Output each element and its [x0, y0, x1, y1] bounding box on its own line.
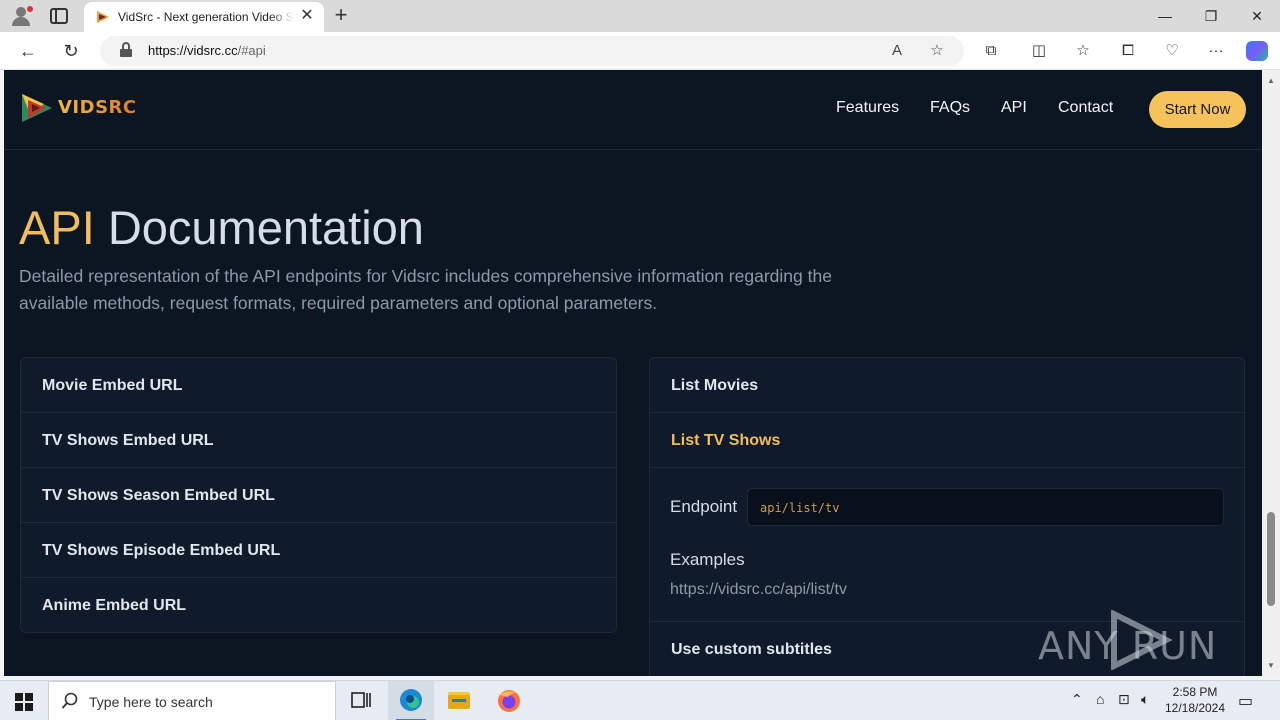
more-icon[interactable]: ···	[1204, 40, 1228, 62]
plus-icon[interactable]: +	[330, 4, 352, 26]
file-explorer-icon[interactable]	[436, 681, 482, 720]
volume-icon[interactable]: 🔈︎	[1141, 691, 1149, 708]
accordion-item-tv-embed[interactable]: TV Shows Embed URL	[21, 413, 616, 468]
scroll-down-icon[interactable]: ▼	[1266, 661, 1276, 670]
accordion-item-anime-embed[interactable]: Anime Embed URL	[21, 578, 616, 632]
page-subtitle: Detailed representation of the API endpo…	[19, 266, 832, 313]
site-header: VIDSRC Features FAQs API Contact Start N…	[4, 70, 1262, 150]
maximize-icon[interactable]: ❐	[1188, 0, 1234, 32]
tabs-icon[interactable]	[50, 8, 68, 24]
favorites-icon[interactable]: ☆	[1071, 40, 1095, 62]
window-close-icon[interactable]: ✕	[1234, 0, 1280, 32]
scrollbar-thumb[interactable]	[1267, 512, 1275, 606]
back-icon[interactable]: ←	[15, 38, 41, 64]
browser-essentials-icon[interactable]: ♡	[1160, 40, 1184, 62]
watermark-text: ANY RUN	[1038, 624, 1218, 668]
split-screen-icon[interactable]: ◫	[1027, 40, 1051, 62]
start-now-button[interactable]: Start Now	[1149, 91, 1246, 128]
tray-app-icon[interactable]: ⌂	[1096, 691, 1104, 707]
title-highlight: API	[19, 201, 95, 254]
collections-icon[interactable]: ⧠	[1116, 40, 1140, 62]
minimize-icon[interactable]: —	[1142, 0, 1188, 32]
accordion-item-tv-episode-embed[interactable]: TV Shows Episode Embed URL	[21, 523, 616, 578]
accordion-item-movie-embed[interactable]: Movie Embed URL	[21, 358, 616, 413]
tray-chevron-icon[interactable]: ⌃	[1071, 691, 1083, 708]
browser-tab-bar: VidSrc - Next generation Video Streaming…	[0, 0, 1280, 32]
examples-label: Examples	[670, 550, 745, 569]
windows-icon[interactable]	[15, 693, 33, 711]
notifications-icon[interactable]: ▭	[1238, 691, 1253, 711]
nav-contact[interactable]: Contact	[1058, 99, 1113, 117]
anyrun-watermark: ANY RUN	[1038, 610, 1233, 670]
tab-title: VidSrc - Next generation Video Streaming…	[118, 10, 294, 24]
profile-icon[interactable]	[10, 6, 33, 26]
address-bar[interactable]: https://vidsrc.cc/#api A ☆	[100, 36, 964, 66]
read-aloud-icon[interactable]: A	[886, 40, 908, 62]
example-url-link[interactable]: https://vidsrc.cc/api/list/tv	[670, 581, 847, 599]
lock-icon[interactable]	[120, 42, 132, 57]
clock-time: 2:58 PM	[1172, 685, 1218, 699]
refresh-icon[interactable]: ↻	[58, 38, 84, 64]
nav-api[interactable]: API	[1001, 99, 1027, 117]
taskbar-search[interactable]: Type here to search	[48, 681, 336, 720]
close-icon[interactable]: ✕	[298, 7, 316, 25]
accordion-item-tv-season-embed[interactable]: TV Shows Season Embed URL	[21, 468, 616, 523]
browser-tab-active[interactable]: VidSrc - Next generation Video Streaming…	[84, 2, 324, 32]
search-icon	[61, 692, 78, 709]
list-tv-shows-panel: Endpoint api/list/tv Examples https://vi…	[650, 468, 1244, 622]
web-page: VIDSRC Features FAQs API Contact Start N…	[4, 70, 1262, 676]
system-clock[interactable]: 2:58 PM 12/18/2024	[1160, 684, 1230, 716]
address-toolbar: ← ↻ https://vidsrc.cc/#api A ☆ ⧉ ◫ ☆ ⧠ ♡…	[0, 32, 1280, 70]
network-icon[interactable]: ⊡	[1118, 691, 1130, 708]
embed-accordion: Movie Embed URL TV Shows Embed URL TV Sh…	[20, 357, 617, 633]
task-view-icon[interactable]	[338, 681, 384, 720]
title-rest: Documentation	[94, 201, 424, 254]
endpoint-label: Endpoint	[670, 497, 738, 516]
extensions-icon[interactable]: ⧉	[979, 40, 1003, 62]
nav-faqs[interactable]: FAQs	[930, 99, 970, 117]
accordion-item-list-movies[interactable]: List Movies	[650, 358, 1244, 413]
vidsrc-logo-icon[interactable]	[20, 90, 54, 126]
page-title: API Documentation	[19, 200, 424, 255]
firefox-icon[interactable]	[486, 681, 532, 720]
windows-taskbar: Type here to search ⌃ ⌂ ⊡ 🔈︎ 2:58 PM 12/…	[0, 680, 1280, 720]
url-text[interactable]: https://vidsrc.cc/#api	[148, 43, 266, 58]
logo-text[interactable]: VIDSRC	[58, 97, 137, 118]
page-scrollbar[interactable]: ▲ ▼	[1262, 70, 1280, 676]
endpoint-code[interactable]: api/list/tv	[747, 488, 1224, 526]
nav-features[interactable]: Features	[836, 99, 899, 117]
vidsrc-favicon-icon	[97, 11, 109, 23]
scroll-up-icon[interactable]: ▲	[1266, 76, 1276, 85]
search-placeholder: Type here to search	[89, 694, 213, 710]
favorite-icon[interactable]: ☆	[926, 40, 948, 62]
edge-icon[interactable]	[388, 681, 434, 720]
accordion-item-list-tv-shows[interactable]: List TV Shows	[650, 413, 1244, 468]
clock-date: 12/18/2024	[1164, 701, 1226, 715]
copilot-icon[interactable]	[1246, 41, 1268, 61]
